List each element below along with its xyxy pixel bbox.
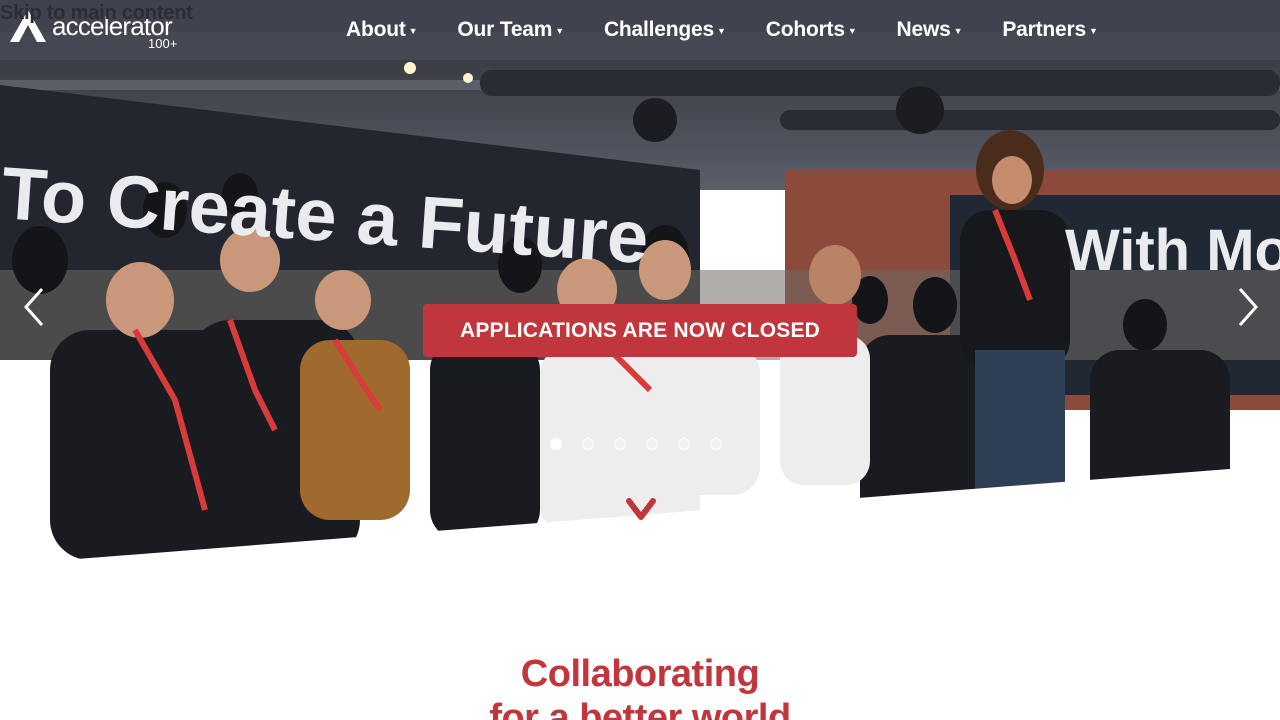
section-heading-line-1: Collaborating [520, 653, 760, 695]
section-heading-line-2: for a better world [489, 697, 791, 720]
caret-down-icon: ▼ [847, 26, 857, 36]
carousel-indicators [550, 438, 722, 450]
wall-text-right: With Mo [1065, 218, 1280, 283]
caret-down-icon: ▼ [408, 26, 418, 36]
nav-item-challenges[interactable]: Challenges ▼ [604, 14, 726, 46]
nav-item-label: Cohorts [765, 18, 845, 41]
logo-suffix: 100+ [148, 36, 178, 51]
section-heading: Collaborating for a better world [0, 652, 1280, 720]
carousel-dot-2[interactable] [582, 438, 594, 450]
nav-item-label: Our Team [457, 18, 553, 41]
carousel-dot-5[interactable] [678, 438, 690, 450]
caret-down-icon: ▼ [953, 26, 963, 36]
carousel-prev-button[interactable] [14, 280, 54, 334]
carousel-dot-3[interactable] [614, 438, 626, 450]
nav-item-news[interactable]: News ▼ [897, 14, 963, 46]
carousel-dot-4[interactable] [646, 438, 658, 450]
nav-item-label: Partners [1002, 18, 1086, 41]
nav-item-our-team[interactable]: Our Team ▼ [457, 14, 564, 46]
nav-item-cohorts[interactable]: Cohorts ▼ [766, 14, 857, 46]
nav-item-label: Challenges [603, 18, 715, 41]
chevron-right-icon [1238, 288, 1259, 326]
chevron-left-icon [23, 288, 44, 326]
nav-item-label: News [896, 18, 951, 41]
caret-down-icon: ▼ [717, 26, 726, 36]
hero-carousel: To Create a Future With Mo APPLICATIONS … [0, 60, 1280, 580]
chevron-down-icon[interactable] [626, 497, 656, 523]
nav-item-partners[interactable]: Partners ▼ [1002, 14, 1098, 46]
applications-closed-button[interactable]: APPLICATIONS ARE NOW CLOSED [423, 304, 857, 357]
caret-down-icon: ▼ [555, 26, 564, 36]
carousel-dot-1[interactable] [550, 438, 562, 450]
carousel-dot-6[interactable] [710, 438, 722, 450]
nav-item-about[interactable]: About ▼ [346, 14, 418, 46]
skip-to-main-content-link[interactable]: Skip to main content [0, 2, 193, 25]
nav-item-label: About [346, 18, 406, 41]
main-nav: About ▼ Our Team ▼ Challenges ▼ Cohorts … [346, 14, 1098, 46]
carousel-next-button[interactable] [1228, 280, 1268, 334]
caret-down-icon: ▼ [1088, 26, 1098, 36]
